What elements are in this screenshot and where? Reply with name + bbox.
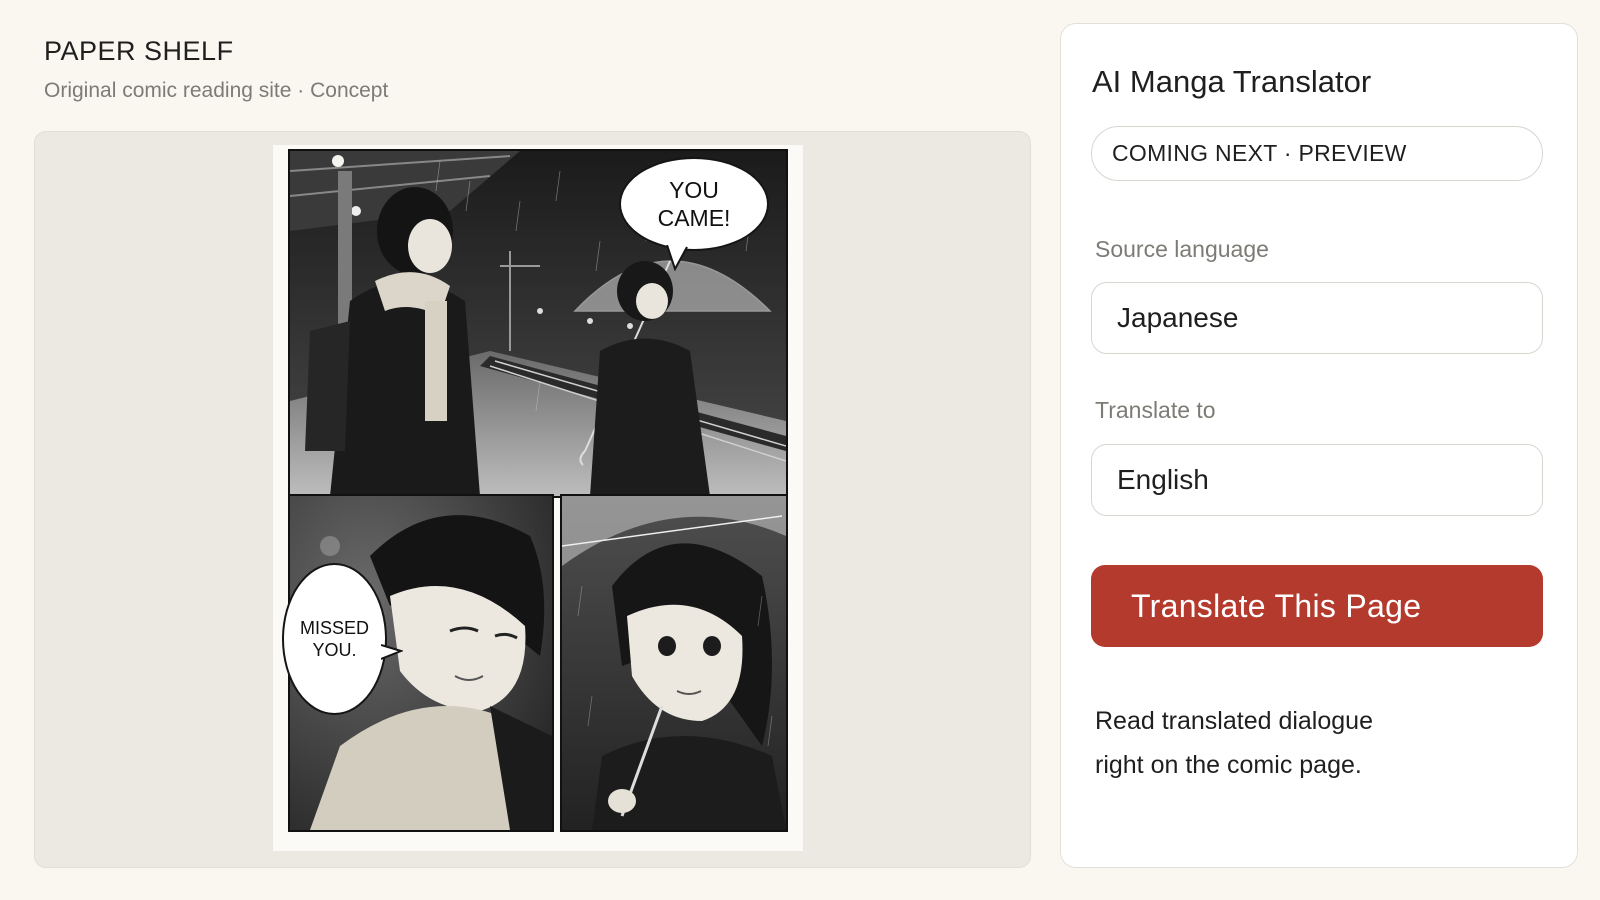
- target-language-field[interactable]: English: [1091, 444, 1543, 516]
- panel-3-artwork: [562, 496, 786, 830]
- translate-page-button[interactable]: Translate This Page: [1091, 565, 1543, 647]
- comic-page: YOU CAME! MISSED YOU.: [273, 145, 803, 851]
- brand-title: PAPER SHELF: [44, 36, 234, 66]
- brand-subtitle: Original comic reading site · Concept: [44, 79, 389, 102]
- speech-bubble-tail: [381, 644, 403, 660]
- speech-bubble-tail: [666, 245, 688, 271]
- source-language-label: Source language: [1095, 236, 1269, 262]
- translator-panel: AI Manga Translator COMING NEXT · PREVIE…: [1060, 23, 1578, 868]
- target-language-label: Translate to: [1095, 397, 1216, 423]
- speech-bubble-missed-you: MISSED YOU.: [282, 563, 387, 715]
- preview-badge: COMING NEXT · PREVIEW: [1091, 126, 1543, 181]
- description-line-2: right on the comic page.: [1095, 751, 1362, 779]
- translator-title: AI Manga Translator: [1092, 64, 1372, 99]
- translator-description: Read translated dialogue right on the co…: [1095, 699, 1435, 787]
- comic-panel-3: [560, 494, 788, 832]
- source-language-field[interactable]: Japanese: [1091, 282, 1543, 354]
- speech-bubble-you-came: YOU CAME!: [619, 157, 769, 251]
- description-line-1: Read translated dialogue: [1095, 707, 1373, 735]
